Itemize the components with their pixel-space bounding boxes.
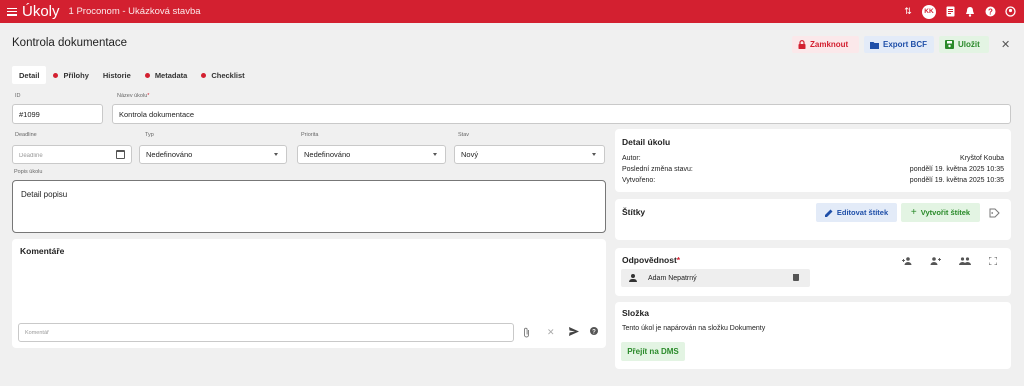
- priority-label: Priorita: [301, 132, 319, 138]
- lock-icon: [798, 40, 806, 49]
- description-value: Detail popisu: [21, 190, 68, 199]
- folder-panel: Složka Tento úkol je napárován na složku…: [615, 302, 1011, 369]
- comments-panel: Komentáře ✕ ?: [12, 239, 606, 348]
- state-value: Nový: [461, 150, 479, 159]
- calendar-icon[interactable]: [116, 150, 125, 159]
- paperclip-icon[interactable]: [523, 327, 530, 340]
- send-icon[interactable]: [569, 327, 579, 338]
- id-input[interactable]: [19, 109, 96, 119]
- detail-row-state-change: Poslední změna stavu: pondělí 19. května…: [622, 166, 1004, 173]
- folder-title: Složka: [622, 308, 649, 318]
- task-detail-panel: Detail úkolu Autor: Kryštof Kouba Posled…: [615, 129, 1011, 192]
- add-person-icon[interactable]: [902, 257, 913, 267]
- tab-history[interactable]: Historie: [96, 66, 138, 84]
- responsibility-title: Odpovědnost*: [622, 255, 681, 265]
- name-input[interactable]: [119, 109, 1004, 119]
- tab-label: Checklist: [211, 70, 245, 80]
- plus-icon: +: [910, 207, 917, 218]
- page-title: Kontrola dokumentace: [12, 37, 128, 49]
- app-title[interactable]: Úkoly: [22, 3, 60, 20]
- type-value: Nedefinováno: [146, 150, 193, 159]
- svg-text:?: ?: [988, 7, 993, 16]
- help-icon[interactable]: ?: [590, 327, 598, 337]
- lock-label: Zamknout: [810, 40, 849, 49]
- group-icon[interactable]: [959, 257, 971, 267]
- export-bcf-button[interactable]: Export BCF: [864, 36, 934, 53]
- tab-attachments[interactable]: Přílohy: [46, 66, 95, 84]
- save-button[interactable]: Uložit: [939, 36, 989, 53]
- deadline-input[interactable]: [19, 150, 125, 159]
- description-label: Popis úkolu: [14, 169, 43, 175]
- tab-detail[interactable]: Detail: [12, 66, 47, 84]
- export-bcf-label: Export BCF: [883, 40, 927, 49]
- name-field[interactable]: [112, 104, 1011, 124]
- indicator-dot: [201, 72, 207, 78]
- type-select[interactable]: Nedefinováno: [139, 145, 287, 164]
- avatar[interactable]: KK: [922, 4, 936, 19]
- tab-label: Historie: [102, 70, 131, 80]
- id-label: ID: [15, 93, 21, 99]
- pencil-icon: [824, 209, 833, 217]
- folder-icon: [870, 41, 879, 49]
- priority-select[interactable]: Nedefinováno: [297, 145, 446, 164]
- tab-label: Metadata: [154, 70, 188, 80]
- indicator-dot: [144, 72, 150, 78]
- indicator-dot: [53, 72, 59, 78]
- clear-icon[interactable]: ✕: [547, 327, 555, 338]
- fullscreen-icon[interactable]: [988, 256, 998, 267]
- detail-title: Detail úkolu: [622, 137, 671, 147]
- save-label: Uložit: [958, 40, 980, 49]
- tags-title: Štítky: [622, 207, 646, 217]
- chevron-down-icon: [274, 153, 278, 156]
- state-label: Stav: [458, 132, 470, 138]
- bell-icon[interactable]: [964, 6, 976, 18]
- folder-text: Tento úkol je napárován na složku Dokume…: [622, 325, 766, 332]
- tab-bar: Detail Přílohy Historie Metadata Checkli…: [12, 66, 252, 84]
- document-icon[interactable]: [944, 6, 956, 18]
- lock-button[interactable]: Zamknout: [792, 36, 859, 53]
- priority-value: Nedefinováno: [304, 150, 351, 159]
- id-field[interactable]: [12, 104, 103, 124]
- chevron-down-icon: [433, 153, 437, 156]
- state-select[interactable]: Nový: [454, 145, 605, 164]
- deadline-label: Deadline: [15, 132, 37, 138]
- add-group-icon[interactable]: [929, 257, 941, 267]
- type-label: Typ: [145, 132, 154, 138]
- responsibility-panel: Odpovědnost* Adam Nepatrný: [615, 248, 1011, 296]
- svg-text:?: ?: [592, 329, 596, 335]
- create-tag-button[interactable]: + Vytvořit štítek: [901, 203, 980, 222]
- assigned-person[interactable]: Adam Nepatrný: [621, 269, 810, 287]
- sort-icon[interactable]: ⇅: [902, 6, 914, 18]
- comment-input[interactable]: [25, 329, 507, 336]
- detail-row-author: Autor: Kryštof Kouba: [622, 155, 1004, 162]
- help-icon[interactable]: ?: [984, 6, 996, 18]
- comment-field[interactable]: [18, 323, 514, 342]
- description-textarea[interactable]: Detail popisu: [12, 180, 606, 233]
- top-icons: ⇅ KK ?: [902, 0, 1016, 23]
- project-name[interactable]: 1 Proconom - Ukázková stavba: [69, 6, 201, 17]
- deadline-field[interactable]: [12, 145, 132, 164]
- edit-tag-button[interactable]: Editovat štítek: [816, 203, 897, 222]
- detail-row-created: Vytvořeno: pondělí 19. května 2025 10:35: [622, 177, 1004, 184]
- menu-icon[interactable]: [7, 7, 17, 16]
- person-icon: [629, 274, 637, 282]
- person-name: Adam Nepatrný: [648, 274, 697, 282]
- tab-checklist[interactable]: Checklist: [194, 66, 251, 84]
- go-to-dms-button[interactable]: Přejít na DMS: [621, 342, 685, 361]
- close-icon[interactable]: ✕: [1001, 38, 1010, 51]
- tags-panel: Štítky Editovat štítek + Vytvořit štítek: [615, 199, 1011, 240]
- save-icon: [945, 40, 954, 49]
- trash-icon[interactable]: [793, 274, 799, 281]
- tag-icon[interactable]: [989, 208, 1000, 220]
- name-label: Název úkolu*: [117, 93, 150, 99]
- chevron-down-icon: [592, 153, 596, 156]
- comments-title: Komentáře: [20, 246, 65, 256]
- tab-label: Přílohy: [63, 70, 89, 80]
- top-bar: Úkoly 1 Proconom - Ukázková stavba ⇅ KK …: [0, 0, 1024, 23]
- tab-label: Detail: [19, 70, 40, 80]
- user-menu-icon[interactable]: [1004, 6, 1016, 18]
- tab-metadata[interactable]: Metadata: [138, 66, 195, 84]
